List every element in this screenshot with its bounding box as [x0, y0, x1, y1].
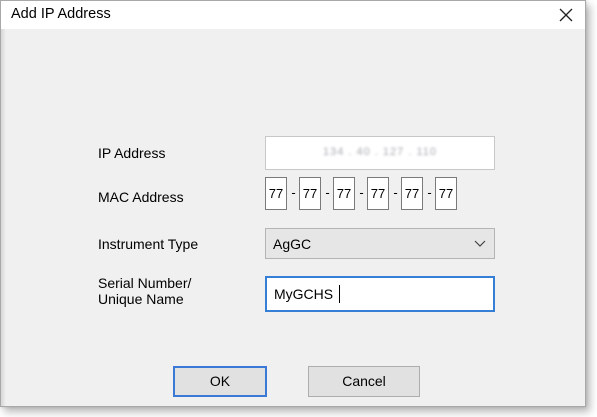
- title-bar: Add IP Address: [1, 1, 585, 29]
- dialog-title: Add IP Address: [11, 6, 111, 22]
- serial-label-line2: Unique Name: [98, 291, 184, 307]
- serial-label-line1: Serial Number/: [98, 275, 192, 291]
- ip-address-field[interactable]: 134 . 40 . 127 . 110: [265, 136, 495, 170]
- mac-octet-4[interactable]: 77: [367, 177, 389, 210]
- serial-number-value: MyGCHS: [274, 286, 334, 302]
- mac-octet-3[interactable]: 77: [333, 177, 355, 210]
- mac-octet-2[interactable]: 77: [299, 177, 321, 210]
- instrument-type-value: AgGC: [273, 236, 312, 252]
- mac-separator: -: [393, 185, 398, 200]
- add-ip-dialog: Add IP Address IP Address 134 . 40 . 127…: [0, 0, 586, 407]
- close-button[interactable]: [553, 2, 579, 28]
- serial-number-input[interactable]: MyGCHS: [265, 276, 495, 312]
- serial-number-label: Serial Number/ Unique Name: [98, 275, 191, 307]
- mac-octet-6[interactable]: 77: [435, 177, 457, 210]
- cancel-button[interactable]: Cancel: [308, 366, 420, 397]
- close-icon: [559, 8, 573, 22]
- mac-octet-1[interactable]: 77: [265, 177, 287, 210]
- instrument-type-select[interactable]: AgGC: [265, 228, 495, 259]
- mac-separator: -: [427, 185, 432, 200]
- mac-separator: -: [291, 185, 296, 200]
- text-cursor: [339, 285, 340, 303]
- mac-octet-5[interactable]: 77: [401, 177, 423, 210]
- ip-address-value: 134 . 40 . 127 . 110: [323, 146, 437, 158]
- mac-separator: -: [359, 185, 364, 200]
- ip-address-label: IP Address: [98, 145, 166, 161]
- instrument-type-label: Instrument Type: [98, 236, 199, 252]
- mac-separator: -: [325, 185, 330, 200]
- ok-button[interactable]: OK: [173, 366, 267, 397]
- left-edge: [1, 29, 6, 406]
- chevron-down-icon: [474, 240, 486, 247]
- mac-address-label: MAC Address: [98, 189, 184, 205]
